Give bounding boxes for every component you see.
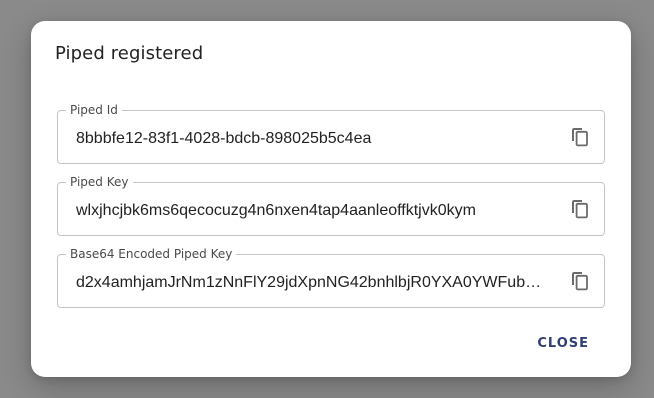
base64-piped-key-field: Base64 Encoded Piped Key d2x4amhjamJrNm1…: [57, 247, 605, 308]
piped-registered-dialog: Piped registered Piped Id 8bbbfe12-83f1-…: [31, 21, 631, 377]
copy-base64-piped-key-button[interactable]: [568, 269, 592, 293]
copy-icon: [572, 128, 588, 147]
base64-piped-key-value[interactable]: d2x4amhjamJrNm1zNnFlY29jdXpnNG42bnhlbjR0…: [76, 273, 544, 293]
copy-icon: [572, 272, 588, 291]
piped-key-value[interactable]: wlxjhcjbk6ms6qecocuzg4n6nxen4tap4aanleof…: [76, 201, 544, 221]
piped-key-label: Piped Key: [66, 175, 133, 189]
piped-id-field: Piped Id 8bbbfe12-83f1-4028-bdcb-898025b…: [57, 103, 605, 164]
piped-key-field: Piped Key wlxjhcjbk6ms6qecocuzg4n6nxen4t…: [57, 175, 605, 236]
base64-piped-key-label: Base64 Encoded Piped Key: [66, 247, 237, 261]
piped-id-label: Piped Id: [66, 103, 122, 117]
piped-id-value[interactable]: 8bbbfe12-83f1-4028-bdcb-898025b5c4ea: [76, 129, 544, 149]
copy-piped-id-button[interactable]: [568, 125, 592, 149]
copy-icon: [572, 200, 588, 219]
dialog-title: Piped registered: [55, 43, 204, 64]
copy-piped-key-button[interactable]: [568, 197, 592, 221]
close-button[interactable]: CLOSE: [535, 332, 591, 355]
